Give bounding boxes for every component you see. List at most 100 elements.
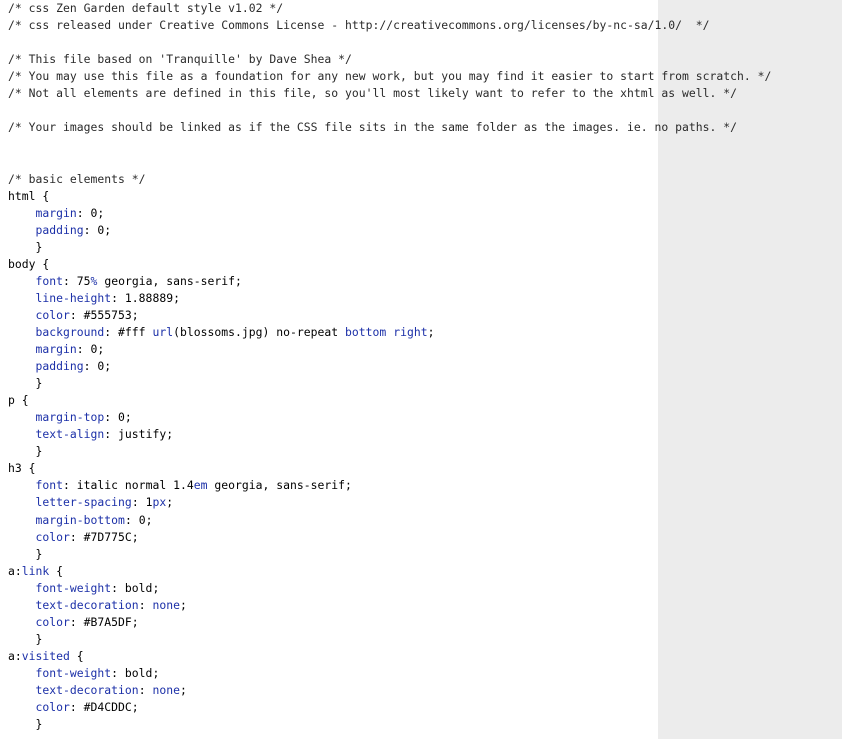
code-token-prop: text-decoration	[35, 597, 139, 612]
code-token-keyword: bottom	[345, 324, 387, 339]
code-line: font-weight: bold;	[8, 665, 160, 682]
code-token-punct	[8, 410, 36, 424]
code-line: margin-bottom: 0;	[8, 512, 153, 529]
code-line: color: #D4CDDC;	[8, 699, 139, 716]
code-line: color: #555753;	[8, 307, 139, 324]
code-token-value: georgia, sans-serif;	[207, 478, 352, 493]
code-token-prop: padding	[35, 222, 84, 237]
code-token-punct	[8, 495, 36, 509]
code-token-keyword: right	[393, 324, 428, 339]
code-token-prop: color	[35, 529, 70, 544]
code-token-unit: px	[152, 495, 167, 510]
code-token-comment: /* You may use this file as a foundation…	[8, 69, 772, 84]
code-token-value: : 0;	[83, 222, 112, 237]
code-token-punct	[8, 683, 36, 697]
code-token-punct: }	[8, 717, 43, 732]
code-token-prop: color	[35, 614, 70, 629]
code-line: /* Your images should be linked as if th…	[8, 119, 737, 136]
code-token-value: (blossoms.jpg) no-repeat	[173, 324, 346, 339]
code-line: text-decoration: none;	[8, 597, 187, 614]
code-token-selector: {	[49, 563, 64, 578]
code-token-value: : bold;	[111, 665, 160, 680]
code-token-unit: em	[193, 478, 208, 493]
code-line: }	[8, 631, 43, 648]
code-line: }	[8, 546, 43, 563]
code-line: }	[8, 239, 43, 256]
code-token-value: georgia, sans-serif;	[97, 273, 242, 288]
code-line: }	[8, 443, 43, 460]
code-line: color: #B7A5DF;	[8, 614, 139, 631]
code-line: p {	[8, 392, 29, 409]
code-token-value: : #B7A5DF;	[69, 614, 139, 629]
code-token-prop: text-align	[35, 427, 105, 442]
css-source-view[interactable]: /* css Zen Garden default style v1.02 */…	[0, 0, 842, 739]
code-token-prop: background	[35, 324, 105, 339]
code-line: /* This file based on 'Tranquille' by Da…	[8, 51, 352, 68]
code-line: }	[8, 716, 43, 733]
code-token-comment: /* basic elements */	[8, 171, 146, 186]
code-token-prop: margin-bottom	[35, 512, 125, 527]
code-token-value: :	[138, 597, 153, 612]
code-line: letter-spacing: 1px;	[8, 494, 174, 511]
code-token-comment: /* Not all elements are defined in this …	[8, 86, 738, 101]
code-token-value: : bold;	[111, 580, 160, 595]
code-token-punct	[8, 206, 36, 220]
code-token-punct	[8, 359, 36, 373]
code-line: color: #7D775C;	[8, 529, 139, 546]
code-token-punct: }	[8, 239, 43, 254]
code-token-punct: }	[8, 631, 43, 646]
code-token-value: : 1	[131, 495, 153, 510]
code-token-comment: /* css Zen Garden default style v1.02 */	[8, 1, 284, 15]
code-token-value: : 0;	[83, 359, 112, 374]
code-token-punct	[8, 530, 36, 544]
code-token-prop: margin	[35, 342, 77, 356]
code-token-prop: text-decoration	[35, 683, 139, 697]
code-token-prop: margin	[35, 205, 77, 220]
code-line: /* css released under Creative Commons L…	[8, 17, 710, 34]
code-line: }	[8, 375, 43, 392]
code-token-punct: }	[8, 376, 43, 391]
code-token-prop: line-height	[35, 290, 112, 305]
code-token-selector: h3 {	[8, 461, 36, 476]
code-line: a:link {	[8, 563, 63, 580]
code-token-punct	[8, 666, 36, 680]
code-token-comment: /* This file based on 'Tranquille' by Da…	[8, 52, 352, 67]
code-line: body {	[8, 256, 49, 273]
code-line: /* css Zen Garden default style v1.02 */	[8, 0, 283, 17]
code-token-selector: html {	[8, 188, 50, 203]
code-token-comment: /* css released under Creative Commons L…	[8, 18, 710, 33]
code-line: a:visited {	[8, 648, 84, 665]
code-token-punct	[8, 325, 36, 339]
code-token-punct	[8, 274, 36, 288]
code-token-value: ;	[166, 495, 174, 510]
code-token-selector: a:	[8, 563, 22, 578]
code-token-value: :	[138, 683, 153, 697]
code-token-selector: body {	[8, 256, 50, 271]
code-line: h3 {	[8, 460, 36, 477]
code-token-prop: color	[35, 307, 70, 322]
code-token-value: : justify;	[104, 427, 174, 442]
code-token-keyword: none	[152, 683, 180, 697]
code-token-punct: }	[8, 444, 43, 459]
code-token-keyword: visited	[21, 648, 70, 663]
code-token-punct	[8, 700, 36, 714]
code-line: font-weight: bold;	[8, 580, 160, 597]
code-token-prop: font	[35, 478, 64, 493]
code-line: line-height: 1.88889;	[8, 290, 180, 307]
code-token-value: : #D4CDDC;	[69, 700, 139, 715]
code-token-prop: font	[35, 273, 64, 288]
code-line: /* basic elements */	[8, 171, 146, 188]
code-line: text-decoration: none;	[8, 682, 187, 699]
code-token-punct	[8, 223, 36, 237]
code-token-keyword: none	[152, 597, 180, 612]
code-line: /* Not all elements are defined in this …	[8, 85, 737, 102]
code-token-keyword: link	[21, 563, 50, 578]
code-token-func: url	[152, 324, 174, 339]
code-token-prop: letter-spacing	[35, 495, 132, 510]
code-token-selector: {	[69, 648, 84, 663]
code-line: font: italic normal 1.4em georgia, sans-…	[8, 477, 352, 494]
code-token-value: : 0;	[124, 512, 153, 527]
code-token-selector: p {	[8, 393, 29, 408]
code-token-value: : 0;	[104, 410, 132, 425]
code-token-value: ;	[179, 597, 187, 612]
